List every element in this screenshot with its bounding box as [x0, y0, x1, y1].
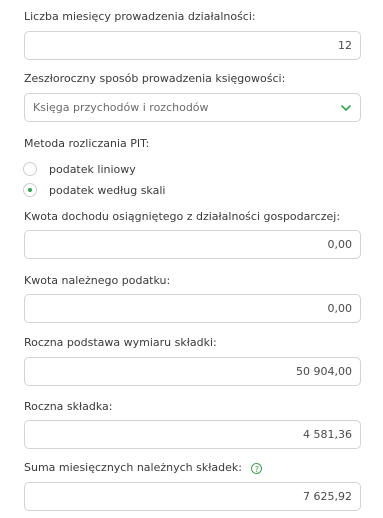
contribution-form: Liczba miesięcy prowadzenia działalności…: [0, 0, 383, 518]
accounting-label: Zeszłoroczny sposób prowadzenia księgowo…: [24, 72, 286, 85]
tax-input[interactable]: 0,00: [24, 294, 361, 323]
radio-scale-tax-label: podatek według skali: [49, 183, 166, 197]
monthly-sum-input[interactable]: 7 625,92: [24, 482, 361, 511]
months-input[interactable]: 12: [24, 31, 361, 60]
income-value: 0,00: [327, 238, 353, 251]
chevron-down-icon: [341, 105, 351, 111]
monthly-sum-label: Suma miesięcznych należnych składek:: [24, 461, 242, 474]
contribution-label: Roczna składka:: [24, 400, 113, 413]
radio-scale-tax-circle[interactable]: [23, 183, 37, 197]
base-input[interactable]: 50 904,00: [24, 357, 361, 386]
months-value: 12: [338, 39, 352, 52]
contribution-input[interactable]: 4 581,36: [24, 420, 361, 449]
base-value: 50 904,00: [296, 365, 352, 378]
contribution-value: 4 581,36: [303, 428, 352, 441]
tax-label: Kwota należnego podatku:: [24, 274, 171, 287]
radio-linear-tax-label: podatek liniowy: [49, 162, 136, 176]
radio-linear-tax-circle[interactable]: [23, 162, 37, 176]
income-input[interactable]: 0,00: [24, 230, 361, 259]
pit-label: Metoda rozliczania PIT:: [24, 137, 150, 150]
base-label: Roczna podstawa wymiaru składki:: [24, 336, 217, 349]
accounting-selected-value: Księga przychodów i rozchodów: [33, 101, 209, 114]
radio-linear-tax[interactable]: podatek liniowy: [23, 161, 136, 177]
monthly-sum-label-row: Suma miesięcznych należnych składek: ?: [24, 461, 263, 475]
monthly-sum-value: 7 625,92: [303, 490, 352, 503]
help-icon[interactable]: ?: [251, 462, 263, 474]
income-label: Kwota dochodu osiągniętego z działalnośc…: [24, 210, 341, 223]
accounting-select[interactable]: Księga przychodów i rozchodów: [24, 93, 361, 122]
months-label: Liczba miesięcy prowadzenia działalności…: [24, 10, 256, 23]
radio-scale-tax[interactable]: podatek według skali: [23, 182, 165, 198]
tax-value: 0,00: [327, 302, 353, 315]
